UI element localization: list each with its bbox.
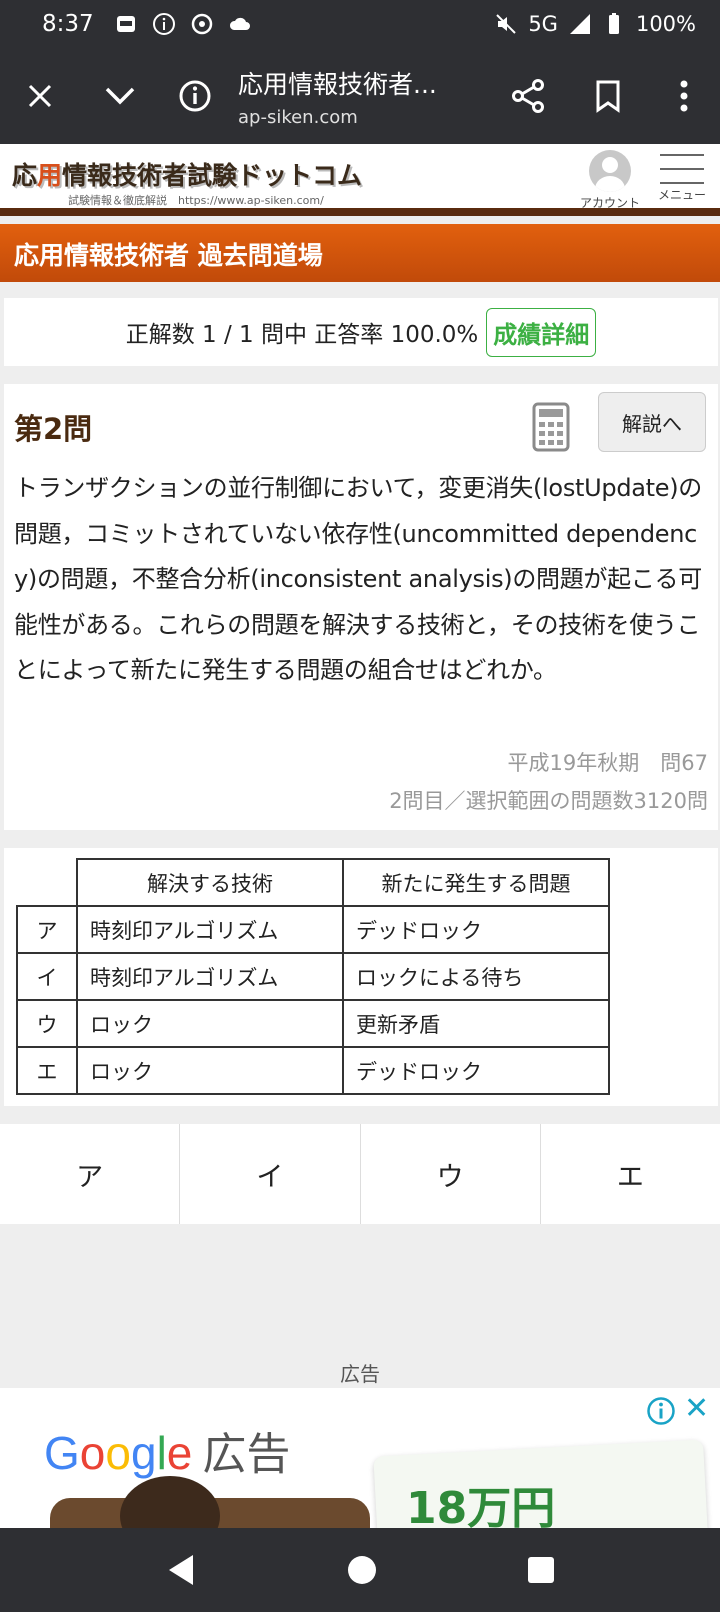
choice-problem: ロックによる待ち (342, 952, 610, 1001)
brand-letter: o (105, 1427, 131, 1479)
ad-close-icon[interactable]: ✕ (684, 1394, 709, 1424)
google-ads-logo: Google 広告 (44, 1418, 290, 1482)
account-label: アカウント (579, 196, 640, 210)
choice-technique: 時刻印アルゴリズム (76, 952, 344, 1001)
table-row: エ ロック デッドロック (16, 1046, 610, 1095)
info-notification-icon (152, 13, 175, 35)
choices-table-card: 解決する技術 新たに発生する問題 ア 時刻印アルゴリズム デッドロック イ 時刻… (4, 848, 718, 1106)
page-info-button[interactable] (160, 48, 230, 144)
browser-toolbar: 応用情報技術者... ap-siken.com (0, 48, 720, 144)
minimize-button[interactable] (80, 48, 160, 144)
sync-notification-icon (191, 13, 212, 35)
answer-button-i[interactable]: イ (180, 1124, 361, 1224)
logo-rest: 情報技術者試験ドットコム (62, 161, 363, 190)
ad-label: 広告 (340, 1362, 380, 1386)
site-logo[interactable]: 応用情報技術者試験ドットコム (12, 156, 362, 192)
question-number: 第2問 (14, 412, 93, 446)
table-row: ア 時刻印アルゴリズム デッドロック (16, 905, 610, 954)
choice-technique: ロック (76, 1046, 344, 1095)
header-technique: 解決する技術 (76, 858, 344, 907)
cloud-icon (229, 17, 250, 30)
ad-price: 18万円 (406, 1483, 556, 1528)
ad-info-icon[interactable] (646, 1396, 676, 1426)
score-card: 正解数 1 / 1 問中 正答率 100.0% 成績詳細 (4, 298, 718, 366)
account-icon (589, 150, 631, 192)
battery-level: 100% (635, 12, 696, 36)
close-icon (28, 84, 52, 108)
close-tab-button[interactable] (0, 48, 80, 144)
choice-symbol: イ (16, 952, 78, 1001)
table-row: イ 時刻印アルゴリズム ロックによる待ち (16, 952, 610, 1001)
brand-suffix: 広告 (202, 1430, 291, 1479)
logo-highlight: 用 (37, 161, 63, 190)
bookmark-icon (596, 80, 620, 113)
explanation-button[interactable]: 解説へ (598, 392, 706, 452)
status-time: 8:37 (42, 11, 94, 37)
score-text: 正解数 1 / 1 問中 正答率 100.0% (125, 322, 479, 348)
page-url: ap-siken.com (238, 106, 358, 128)
menu-button[interactable]: メニュー (654, 154, 710, 203)
question-text: トランザクションの並行制御において，変更消失(lostUpdate)の問題，コミ… (14, 474, 703, 684)
logo-subtitle: 試験情報＆徹底解説 https://www.ap-siken.com/ (68, 194, 324, 207)
site-header: 応用情報技術者試験ドットコム 試験情報＆徹底解説 https://www.ap-… (0, 144, 720, 216)
menu-label: メニュー (657, 188, 706, 202)
brand-letter: e (166, 1427, 193, 1479)
page-title: 応用情報技術者... (238, 69, 437, 99)
choice-symbol: エ (16, 1046, 78, 1095)
brand-letter: g (130, 1427, 157, 1479)
question-source: 平成19年秋期 問67 (507, 751, 708, 775)
header-problem: 新たに発生する問題 (342, 858, 610, 907)
network-type: 5G (528, 12, 558, 36)
chevron-down-icon (105, 87, 135, 105)
more-options-button[interactable] (648, 48, 720, 144)
answer-button-a[interactable]: ア (0, 1124, 181, 1224)
status-bar: 8:37 5G 100% (0, 0, 720, 48)
brand-letter: o (79, 1427, 106, 1479)
section-banner: 応用情報技術者 過去問道場 (0, 224, 720, 282)
question-card: 第2問 解説へ トランザクションの並行制御において，変更消失(lostUpdat… (4, 384, 718, 830)
bookmark-button[interactable] (568, 48, 648, 144)
app-notification-icon (116, 16, 135, 32)
calculator-icon[interactable] (532, 402, 570, 452)
system-nav-bar (0, 1528, 720, 1612)
signal-icon (569, 14, 590, 34)
question-meta: 平成19年秋期 問67 2問目／選択範囲の問題数3120問 (389, 744, 708, 820)
back-icon[interactable] (165, 1553, 197, 1587)
recents-icon[interactable] (527, 1556, 555, 1584)
table-row: ウ ロック 更新矛盾 (16, 999, 610, 1048)
ad-banner[interactable]: Google 広告 ✕ 18万円 (0, 1388, 720, 1528)
info-icon (179, 80, 211, 112)
home-icon[interactable] (346, 1554, 378, 1586)
page-title-area[interactable]: 応用情報技術者... ap-siken.com (230, 65, 488, 128)
choice-technique: 時刻印アルゴリズム (76, 905, 344, 954)
mute-icon (496, 14, 517, 34)
question-progress: 2問目／選択範囲の問題数3120問 (389, 789, 708, 813)
share-icon (512, 79, 544, 113)
table-header-row: 解決する技術 新たに発生する問題 (17, 858, 610, 907)
choice-technique: ロック (76, 999, 344, 1048)
choice-problem: 更新矛盾 (342, 999, 610, 1048)
brand-letter: l (156, 1427, 167, 1479)
brand-letter: G (44, 1427, 80, 1479)
battery-icon (608, 13, 619, 34)
choice-problem: デッドロック (342, 1046, 610, 1095)
choice-symbol: ウ (16, 999, 78, 1048)
answer-button-e[interactable]: エ (541, 1124, 720, 1224)
share-button[interactable] (488, 48, 568, 144)
choice-symbol: ア (16, 905, 78, 954)
more-vert-icon (680, 80, 688, 112)
account-button[interactable]: アカウント (578, 150, 642, 211)
choice-problem: デッドロック (342, 905, 610, 954)
logo-prefix: 応 (12, 161, 38, 190)
answer-buttons: ア イ ウ エ (0, 1124, 720, 1224)
hamburger-icon (660, 154, 704, 184)
choices-table: 解決する技術 新たに発生する問題 ア 時刻印アルゴリズム デッドロック イ 時刻… (16, 858, 610, 1095)
ad-photo-person (120, 1476, 220, 1528)
score-detail-button[interactable]: 成績詳細 (486, 307, 597, 357)
answer-button-u[interactable]: ウ (361, 1124, 541, 1224)
